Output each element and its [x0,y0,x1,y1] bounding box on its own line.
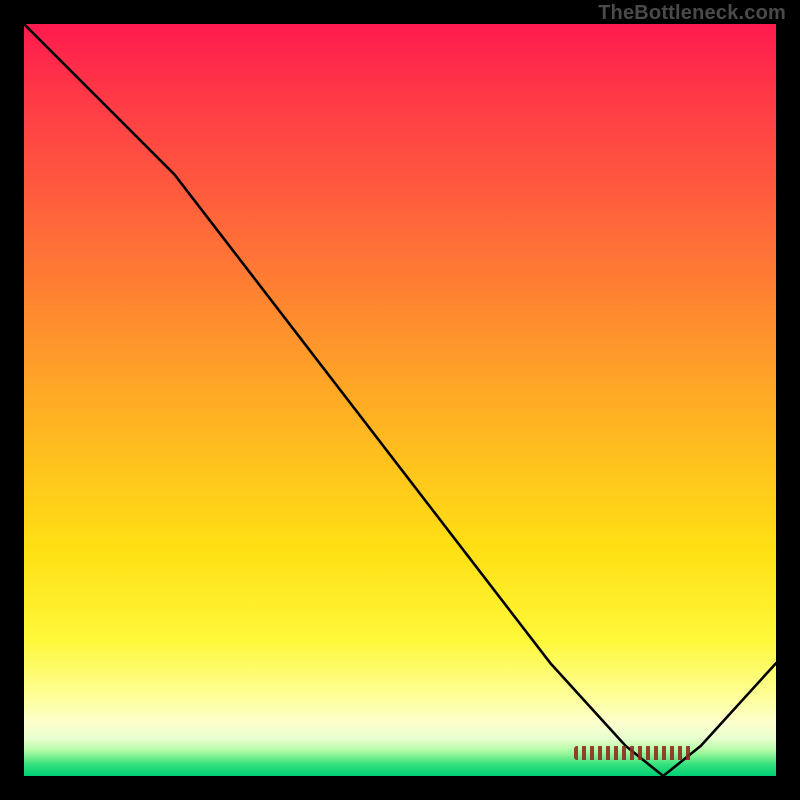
chart-frame: TheBottleneck.com [0,0,800,800]
watermark-text: TheBottleneck.com [598,2,786,25]
plot-outer [24,24,776,776]
baseline-marker [574,746,694,760]
value-curve [24,24,776,776]
baseline-marker-strip [574,746,694,760]
curve-layer [24,24,776,776]
plot-area [24,24,776,776]
